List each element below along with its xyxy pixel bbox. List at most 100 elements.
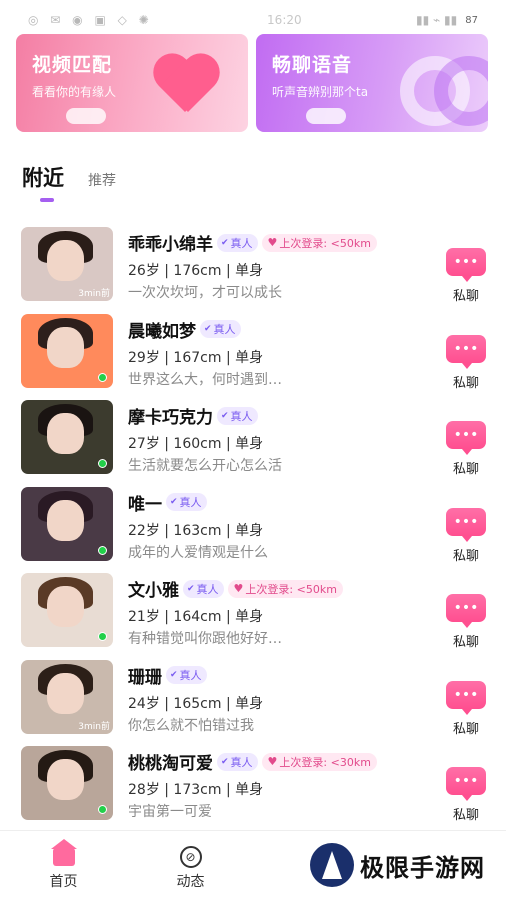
banner-title: 畅聊语音 <box>272 54 353 76</box>
nav-home[interactable]: 首页 <box>0 831 127 900</box>
user-name: 文小雅 <box>128 581 179 601</box>
chat-label: 私聊 <box>452 548 479 564</box>
private-chat-button[interactable]: ••• 私聊 <box>444 248 488 304</box>
user-info: 29岁 | 167cm | 单身 <box>128 349 264 366</box>
user-name: 晨曦如梦 <box>128 321 196 342</box>
verified-badge: ✔ 真人 <box>217 406 258 425</box>
avatar[interactable] <box>21 486 113 561</box>
verified-label: 真人 <box>230 236 253 250</box>
name-line: 文小雅 ✔ 真人 ♥ 上次登录: <50km <box>128 576 343 601</box>
chat-bubble-icon: ••• <box>446 507 486 542</box>
nav-label: 动态 <box>176 873 205 890</box>
banner-subtitle: 听声音辨别那个ta <box>272 85 369 99</box>
banner-row: 视频匹配 看看你的有缘人 畅聊语音 听声音辨别那个ta <box>16 34 488 132</box>
avatar[interactable]: 3min前 <box>21 227 113 301</box>
location-pin-icon: ♥ <box>267 755 278 768</box>
tab-recommend[interactable]: 推荐 <box>88 170 116 192</box>
user-signature: 宇宙第一可爱 <box>128 804 212 820</box>
chat-bubble-icon: ••• <box>446 248 486 282</box>
location-text: 上次登录: <50km <box>279 236 371 250</box>
verified-badge: ✔ 真人 <box>200 320 241 338</box>
chat-label: 私聊 <box>452 462 479 477</box>
name-line: 唯一 ✔ 真人 <box>128 490 207 515</box>
location-badge: ♥ 上次登录: <30km <box>261 752 377 771</box>
shield-check-icon: ✔ <box>221 237 229 248</box>
video-match-banner[interactable]: 视频匹配 看看你的有缘人 <box>16 34 248 132</box>
avatar[interactable] <box>21 313 113 388</box>
banner-subtitle: 看看你的有缘人 <box>32 85 117 99</box>
user-signature: 你怎么就不怕错过我 <box>128 717 254 734</box>
home-icon <box>50 838 77 866</box>
verified-badge: ✔ 真人 <box>217 752 258 771</box>
name-line: 乖乖小绵羊 ✔ 真人 ♥ 上次登录: <50km <box>128 230 377 255</box>
user-row[interactable]: 3min前 乖乖小绵羊 ✔ 真人 ♥ 上次登录: <50km 26岁 | 176cm… <box>0 222 506 309</box>
name-line: 摩卡巧克力 ✔ 真人 <box>128 403 258 428</box>
location-text: 上次登录: <30km <box>279 755 371 769</box>
tab-nearby[interactable]: 附近 <box>22 162 64 202</box>
verified-label: 真人 <box>179 496 202 509</box>
user-signature: 世界这么大，何时遇到… <box>128 371 282 388</box>
chat-bubble-icon: ••• <box>446 421 486 455</box>
voice-chat-banner[interactable]: 畅聊语音 听声音辨别那个ta <box>256 34 488 132</box>
watermark-text: 极限手游网 <box>360 852 485 882</box>
user-info: 27岁 | 160cm | 单身 <box>128 436 264 452</box>
online-dot <box>98 545 107 555</box>
nav-label: 首页 <box>49 873 78 890</box>
user-row[interactable]: 唯一 ✔ 真人 22岁 | 163cm | 单身 成年的人爱情观是什么 ••• 私… <box>0 482 506 569</box>
private-chat-button[interactable]: ••• 私聊 <box>444 594 488 650</box>
user-info: 26岁 | 176cm | 单身 <box>128 263 264 279</box>
location-pin-icon: ♥ <box>267 236 278 249</box>
private-chat-button[interactable]: ••• 私聊 <box>444 680 488 737</box>
avatar[interactable] <box>21 573 113 647</box>
avatar[interactable] <box>21 400 113 474</box>
chat-label: 私聊 <box>452 375 479 391</box>
verified-label: 真人 <box>230 755 253 769</box>
user-name: 桃桃淘可爱 <box>128 754 213 774</box>
name-line: 桃桃淘可爱 ✔ 真人 ♥ 上次登录: <30km <box>128 749 377 774</box>
online-dot <box>98 632 107 641</box>
shield-check-icon: ✔ <box>204 324 212 334</box>
verified-badge: ✔ 真人 <box>166 493 207 511</box>
name-line: 珊珊 ✔ 真人 <box>128 663 207 688</box>
user-row[interactable]: 3min前 珊珊 ✔ 真人 24岁 | 165cm | 单身 你怎么就不怕错过我 … <box>0 655 506 742</box>
verified-badge: ✔ 真人 <box>217 233 258 252</box>
status-right: ▮▮ ⌁ ▮▮ 87 <box>416 13 478 27</box>
chat-bubble-icon: ••• <box>446 767 486 801</box>
user-row[interactable]: 桃桃淘可爱 ✔ 真人 ♥ 上次登录: <30km 28岁 | 173cm | 单身 … <box>0 741 506 828</box>
chat-bubble-icon: ••• <box>446 594 486 628</box>
user-signature: 生活就要怎么开心怎么活 <box>128 458 282 474</box>
user-row[interactable]: 晨曦如梦 ✔ 真人 29岁 | 167cm | 单身 世界这么大，何时遇到… ••… <box>0 309 506 396</box>
location-badge: ♥ 上次登录: <50km <box>261 233 377 252</box>
private-chat-button[interactable]: ••• 私聊 <box>444 507 488 564</box>
notification-icons: ◎ ✉ ◉ ▣ ◇ ✺ <box>28 13 153 27</box>
feed-tabs: 附近 推荐 <box>22 162 116 202</box>
chat-bubble-icon: ••• <box>446 680 486 715</box>
shield-check-icon: ✔ <box>221 410 229 421</box>
status-time: 16:20 <box>267 13 302 27</box>
verified-label: 真人 <box>196 582 219 596</box>
nav-moments[interactable]: ⊘ 动态 <box>127 831 254 900</box>
battery-level: 87 <box>465 14 478 26</box>
site-watermark: 极限手游网 <box>300 834 500 896</box>
user-name: 乖乖小绵羊 <box>128 235 213 255</box>
user-name: 摩卡巧克力 <box>128 408 213 428</box>
avatar[interactable]: 3min前 <box>21 659 113 734</box>
cloud-decoration <box>306 108 346 124</box>
private-chat-button[interactable]: ••• 私聊 <box>444 767 488 823</box>
private-chat-button[interactable]: ••• 私聊 <box>444 421 488 477</box>
avatar[interactable] <box>21 746 113 820</box>
online-dot <box>98 372 107 382</box>
chat-label: 私聊 <box>452 808 479 823</box>
user-info: 21岁 | 164cm | 单身 <box>128 609 264 625</box>
verified-label: 真人 <box>179 669 202 682</box>
user-row[interactable]: 文小雅 ✔ 真人 ♥ 上次登录: <50km 21岁 | 164cm | 单身 有种… <box>0 568 506 655</box>
user-signature: 有种错觉叫你跟他好好… <box>128 631 282 647</box>
name-line: 晨曦如梦 ✔ 真人 <box>128 317 241 342</box>
shield-check-icon: ✔ <box>170 497 178 507</box>
online-dot <box>98 459 107 468</box>
user-info: 28岁 | 173cm | 单身 <box>128 782 264 798</box>
private-chat-button[interactable]: ••• 私聊 <box>444 334 488 391</box>
signal-icons: ▮▮ ⌁ ▮▮ <box>415 13 458 27</box>
banner-title: 视频匹配 <box>32 54 113 76</box>
user-row[interactable]: 摩卡巧克力 ✔ 真人 27岁 | 160cm | 单身 生活就要怎么开心怎么活 •… <box>0 395 506 482</box>
